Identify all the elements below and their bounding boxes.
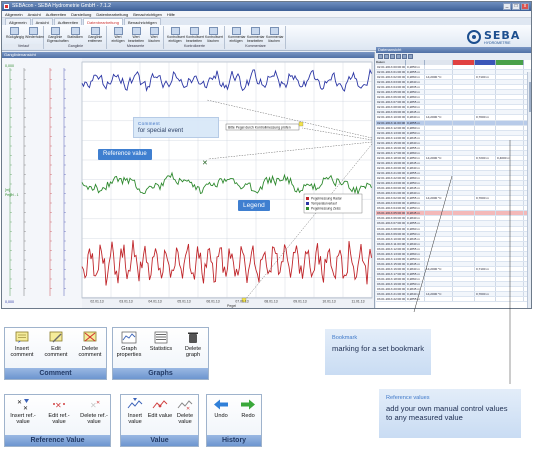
- edit-value-button[interactable]: Edit value: [147, 398, 173, 419]
- edit-comment-icon: [48, 331, 64, 344]
- undo-button[interactable]: Undo: [208, 398, 234, 419]
- edit-value-label: Edit value: [147, 413, 173, 419]
- reference-values-note-title: Reference values: [386, 395, 430, 401]
- delete-refvalue-label: Delete ref.-value: [80, 413, 108, 425]
- value-group: Insert value Edit value ✕ Delete value V…: [120, 394, 199, 447]
- reference-value-group: ✕ ✕ Insert ref.-value ✕ Edit ref.-value ✕…: [4, 394, 111, 447]
- edit-refvalue-button[interactable]: ✕ Edit ref.-value: [45, 398, 73, 425]
- undo-label: Undo: [214, 413, 228, 419]
- svg-text:✕: ✕: [23, 405, 28, 411]
- insert-value-label: Insert value: [128, 413, 142, 425]
- graph-properties-button[interactable]: Graph properties: [116, 331, 142, 358]
- value-group-title: Value: [121, 435, 198, 446]
- insert-value-button[interactable]: Insert value: [122, 398, 148, 425]
- comment-group-title: Comment: [5, 368, 106, 379]
- edit-value-icon: [152, 398, 168, 411]
- undo-icon: [213, 398, 229, 411]
- history-group: Undo Redo History: [206, 394, 262, 447]
- trash-icon: [185, 331, 201, 344]
- delete-value-label: Delete value: [176, 413, 194, 425]
- delete-refvalue-button[interactable]: ✕ ✕ Delete ref.-value: [80, 398, 108, 425]
- delete-graph-label: Delete graph: [184, 346, 202, 358]
- graphs-group: Graph properties Statistics Delete graph…: [112, 327, 209, 380]
- delete-comment-icon: [82, 331, 98, 344]
- edit-refvalue-icon: ✕: [51, 398, 67, 411]
- redo-button[interactable]: Redo: [235, 398, 261, 419]
- insert-refvalue-icon: ✕ ✕: [15, 398, 31, 412]
- stage: SEBAcon - SEBA Hydrometrie GmbH - 7.1.2 …: [0, 0, 534, 452]
- redo-label: Redo: [241, 413, 255, 419]
- edit-comment-label: Edit comment: [44, 346, 68, 358]
- redo-icon: [240, 398, 256, 411]
- reference-values-note: Reference values add your own manual con…: [379, 389, 521, 438]
- bookmark-note-text: marking for a set bookmark: [332, 344, 425, 353]
- reference-value-group-title: Reference Value: [5, 435, 110, 446]
- reference-values-note-text: add your own manual control values to an…: [386, 404, 508, 422]
- overlay-connectors: [413, 140, 511, 384]
- graph-properties-label: Graph properties: [116, 346, 142, 358]
- insert-comment-label: Insert comment: [10, 346, 34, 358]
- delete-value-icon: ✕: [177, 398, 193, 412]
- statistics-icon: [153, 331, 169, 344]
- edit-refvalue-label: Edit ref.-value: [48, 413, 70, 425]
- insert-refvalue-button[interactable]: ✕ ✕ Insert ref.-value: [9, 398, 37, 425]
- svg-text:✕: ✕: [17, 399, 22, 406]
- svg-text:✕: ✕: [96, 400, 100, 406]
- history-group-title: History: [207, 435, 261, 446]
- insert-comment-button[interactable]: Insert comment: [9, 331, 35, 358]
- delete-value-button[interactable]: ✕ Delete value: [172, 398, 198, 425]
- edit-comment-button[interactable]: Edit comment: [43, 331, 69, 358]
- bookmark-note-title: Bookmark: [332, 335, 358, 341]
- statistics-button[interactable]: Statistics: [148, 331, 174, 352]
- statistics-label: Statistics: [149, 346, 173, 352]
- delete-comment-button[interactable]: Delete comment: [77, 331, 103, 358]
- delete-graph-button[interactable]: Delete graph: [180, 331, 206, 358]
- delete-refvalue-icon: ✕ ✕: [86, 398, 102, 411]
- insert-value-icon: [127, 398, 143, 411]
- comment-group: Insert comment Edit comment Delete comme…: [4, 327, 107, 380]
- delete-comment-label: Delete comment: [78, 346, 102, 358]
- svg-text:✕: ✕: [186, 406, 190, 411]
- graphs-group-title: Graphs: [113, 368, 208, 379]
- graph-properties-icon: [121, 331, 137, 344]
- bookmark-note: Bookmark marking for a set bookmark: [325, 329, 431, 375]
- insert-refvalue-label: Insert ref.-value: [10, 413, 36, 425]
- svg-text:✕: ✕: [55, 401, 62, 410]
- insert-comment-icon: [14, 331, 30, 344]
